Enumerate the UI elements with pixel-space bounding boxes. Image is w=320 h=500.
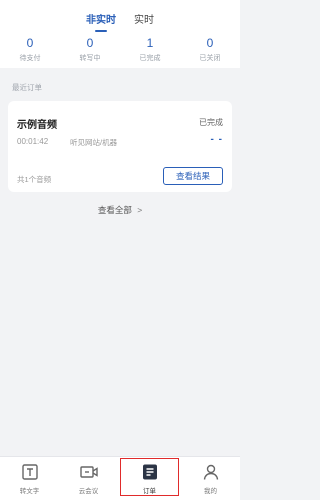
stat-value: 1	[146, 36, 154, 50]
text-convert-icon	[21, 464, 38, 480]
order-source: 听见网站/机器	[70, 138, 118, 147]
nav-item-profile[interactable]: 我的	[181, 457, 240, 500]
stat-completed[interactable]: 1 已完成	[120, 36, 180, 63]
nav-label: 订单	[143, 488, 156, 495]
mode-tabs: 非实时 实时	[0, 8, 240, 32]
tab-non-realtime[interactable]: 非实时	[84, 8, 118, 32]
stat-label: 待支付	[19, 55, 41, 62]
user-icon	[203, 464, 218, 480]
stat-label: 转写中	[79, 55, 101, 62]
nav-item-cloud-meeting[interactable]: 云会议	[59, 457, 118, 500]
order-status: 已完成	[199, 118, 223, 127]
nav-label: 我的	[204, 488, 217, 495]
stat-label: 已完成	[139, 55, 161, 62]
nav-label: 转文字	[19, 488, 40, 495]
stat-value: 0	[26, 36, 34, 50]
order-name: 示例音频	[17, 120, 57, 131]
order-price-placeholder: - -	[210, 134, 223, 145]
order-card[interactable]: 示例音频 已完成 00:01:42 听见网站/机器 - - 共1个音频 查看结果	[8, 101, 232, 192]
order-duration: 00:01:42	[17, 137, 49, 146]
nav-item-transcribe[interactable]: 转文字	[0, 457, 59, 500]
chevron-right-icon: >	[137, 205, 143, 215]
order-audio-count: 共1个音频	[17, 175, 52, 184]
header-panel: 非实时 实时 0 待支付 0 转写中 1 已完成 0 已关闭	[0, 0, 240, 68]
bottom-nav: 转文字 云会议 订单 我的	[0, 456, 240, 500]
stat-pending-payment[interactable]: 0 待支付	[0, 36, 60, 63]
video-meeting-icon	[79, 466, 98, 478]
stat-transcribing[interactable]: 0 转写中	[60, 36, 120, 63]
view-all-link[interactable]: 查看全部 >	[0, 204, 240, 216]
stat-value: 0	[86, 36, 94, 50]
view-all-label: 查看全部	[97, 205, 132, 215]
stat-value: 0	[206, 36, 214, 50]
stat-closed[interactable]: 0 已关闭	[180, 36, 240, 63]
order-icon	[142, 464, 157, 480]
tab-realtime[interactable]: 实时	[132, 8, 156, 32]
nav-label: 云会议	[78, 488, 99, 495]
nav-item-orders[interactable]: 订单	[120, 458, 179, 496]
recent-orders-title: 最近订单	[12, 83, 42, 92]
order-stats: 0 待支付 0 转写中 1 已完成 0 已关闭	[0, 36, 240, 63]
view-result-button[interactable]: 查看结果	[163, 167, 223, 185]
stat-label: 已关闭	[199, 55, 221, 62]
